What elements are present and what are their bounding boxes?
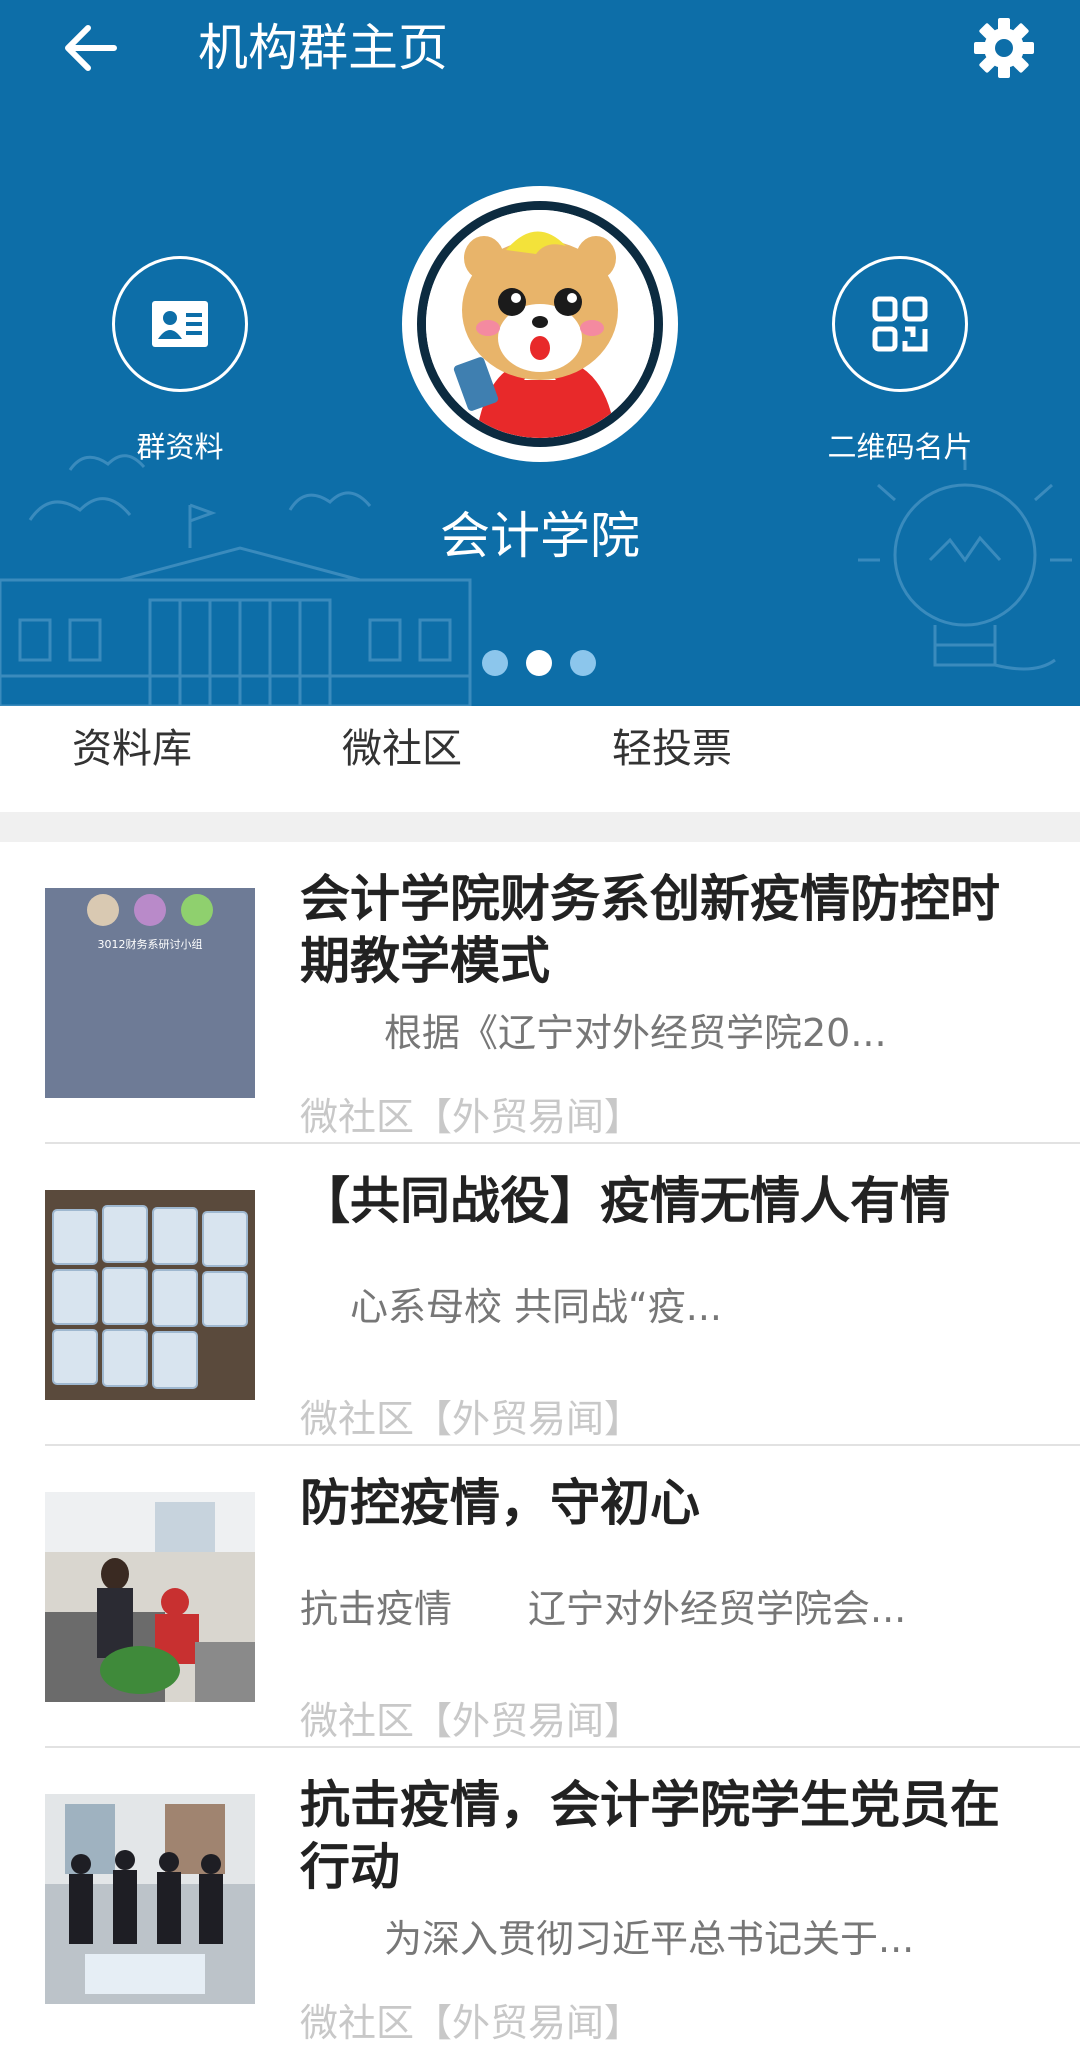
article-summary: 抗击疫情 辽宁对外经贸学院会... — [300, 1587, 907, 1631]
article-source: 微社区【外贸易闻】 — [300, 1095, 643, 1139]
video-call-screenshot-image: 3012财务系研讨小组 — [45, 888, 255, 1098]
cartoon-mascot-image — [426, 210, 654, 438]
settings-button[interactable] — [972, 14, 1036, 82]
article-thumbnail[interactable] — [45, 1492, 255, 1702]
article-title[interactable]: 抗击疫情，会计学院学生党员在行动 — [300, 1774, 1020, 1898]
volunteers-group-photo-image — [45, 1794, 255, 2004]
tab-vote[interactable]: 轻投票 — [612, 716, 732, 774]
article-source: 微社区【外贸易闻】 — [300, 2001, 643, 2045]
group-name: 会计学院 — [440, 507, 640, 565]
article-title[interactable]: 【共同战役】疫情无情人有情 — [300, 1170, 1020, 1232]
article-source: 微社区【外贸易闻】 — [300, 1699, 643, 1743]
article-thumbnail[interactable]: 3012财务系研讨小组 — [45, 888, 255, 1098]
tab-bar: 资料库 微社区 轻投票 — [0, 706, 1080, 812]
group-info-label: 群资料 — [136, 430, 224, 464]
thumb-caption: 3012财务系研讨小组 — [98, 937, 203, 951]
profile-card-icon — [152, 301, 208, 347]
back-button[interactable] — [58, 14, 126, 82]
section-divider — [0, 812, 1080, 842]
article-thumbnail[interactable] — [45, 1794, 255, 2004]
top-bar: 机构群主页 — [0, 0, 1080, 100]
carousel-indicator — [482, 650, 602, 676]
article-title[interactable]: 防控疫情，守初心 — [300, 1472, 1020, 1534]
article-source: 微社区【外贸易闻】 — [300, 1397, 643, 1441]
list-item[interactable]: 【共同战役】疫情无情人有情 心系母校 共同战“疫... 微社区【外贸易闻】 — [0, 1144, 1080, 1446]
carousel-dot-active[interactable] — [526, 650, 552, 676]
carousel-dot[interactable] — [570, 650, 596, 676]
office-workers-photo-image — [45, 1492, 255, 1702]
article-summary: 根据《辽宁对外经贸学院20... — [384, 1011, 887, 1055]
list-item[interactable]: 3012财务系研讨小组 会计学院财务系创新疫情防控时期教学模式 根据《辽宁对外经… — [0, 842, 1080, 1144]
tab-community[interactable]: 微社区 — [342, 716, 462, 774]
group-banner: 机构群主页 群资料 二维码名片 会计学院 — [0, 0, 1080, 706]
article-summary: 为深入贯彻习近平总书记关于... — [384, 1917, 915, 1961]
article-thumbnail[interactable] — [45, 1190, 255, 1400]
carousel-dot[interactable] — [482, 650, 508, 676]
tab-library[interactable]: 资料库 — [72, 716, 192, 774]
qr-card-label: 二维码名片 — [827, 430, 973, 464]
article-summary: 心系母校 共同战“疫... — [350, 1285, 723, 1329]
list-item[interactable]: 防控疫情，守初心 抗击疫情 辽宁对外经贸学院会... 微社区【外贸易闻】 — [0, 1446, 1080, 1748]
face-mask-packages-image — [45, 1190, 255, 1400]
qr-card-button[interactable]: 二维码名片 — [827, 256, 973, 466]
group-avatar[interactable] — [402, 186, 678, 462]
article-title[interactable]: 会计学院财务系创新疫情防控时期教学模式 — [300, 868, 1020, 992]
gear-icon — [974, 18, 1034, 78]
qr-code-icon — [872, 296, 928, 352]
page-title: 机构群主页 — [198, 19, 448, 77]
list-item[interactable]: 抗击疫情，会计学院学生党员在行动 为深入贯彻习近平总书记关于... 微社区【外贸… — [0, 1748, 1080, 2048]
arrow-left-icon — [65, 25, 117, 71]
group-info-button[interactable]: 群资料 — [112, 256, 248, 466]
